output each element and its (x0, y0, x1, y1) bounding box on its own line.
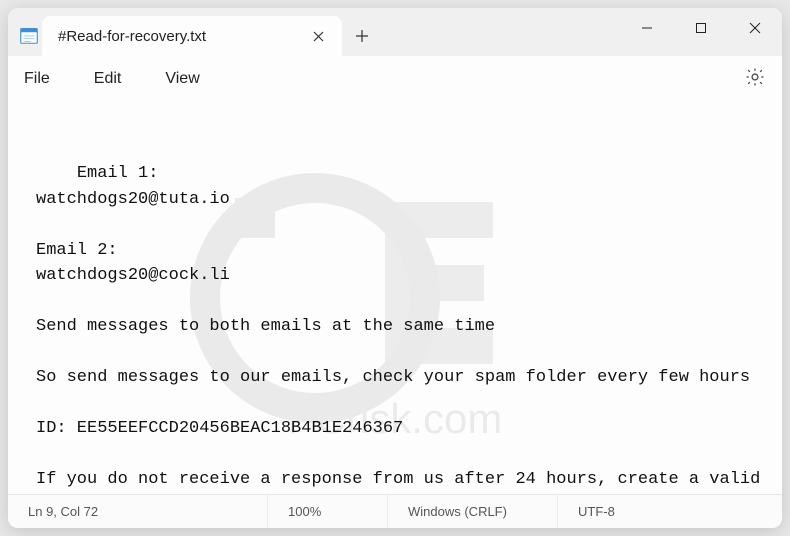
close-window-button[interactable] (728, 8, 782, 48)
menu-edit[interactable]: Edit (94, 70, 122, 88)
status-position: Ln 9, Col 72 (8, 495, 268, 528)
status-bar: Ln 9, Col 72 100% Windows (CRLF) UTF-8 (8, 494, 782, 528)
tab-title: #Read-for-recovery.txt (58, 28, 206, 45)
maximize-button[interactable] (674, 8, 728, 48)
title-bar: #Read-for-recovery.txt (8, 8, 782, 56)
close-tab-icon[interactable] (304, 22, 332, 50)
menu-view[interactable]: View (165, 70, 199, 88)
window-controls (620, 8, 782, 56)
notepad-icon (8, 8, 42, 56)
status-charset[interactable]: UTF-8 (558, 495, 635, 528)
document-content: Email 1: watchdogs20@tuta.io Email 2: wa… (36, 164, 760, 494)
minimize-button[interactable] (620, 8, 674, 48)
status-zoom[interactable]: 100% (268, 495, 388, 528)
document-tab[interactable]: #Read-for-recovery.txt (42, 16, 342, 56)
menu-file[interactable]: File (24, 70, 50, 88)
settings-button[interactable] (744, 66, 766, 93)
notepad-window: #Read-for-recovery.txt File Edit View (8, 8, 782, 528)
status-line-ending[interactable]: Windows (CRLF) (388, 495, 558, 528)
new-tab-button[interactable] (342, 16, 382, 56)
text-editor[interactable]: PCrisk.com Email 1: watchdogs20@tuta.io … (8, 102, 782, 494)
menu-bar: File Edit View (8, 56, 782, 102)
